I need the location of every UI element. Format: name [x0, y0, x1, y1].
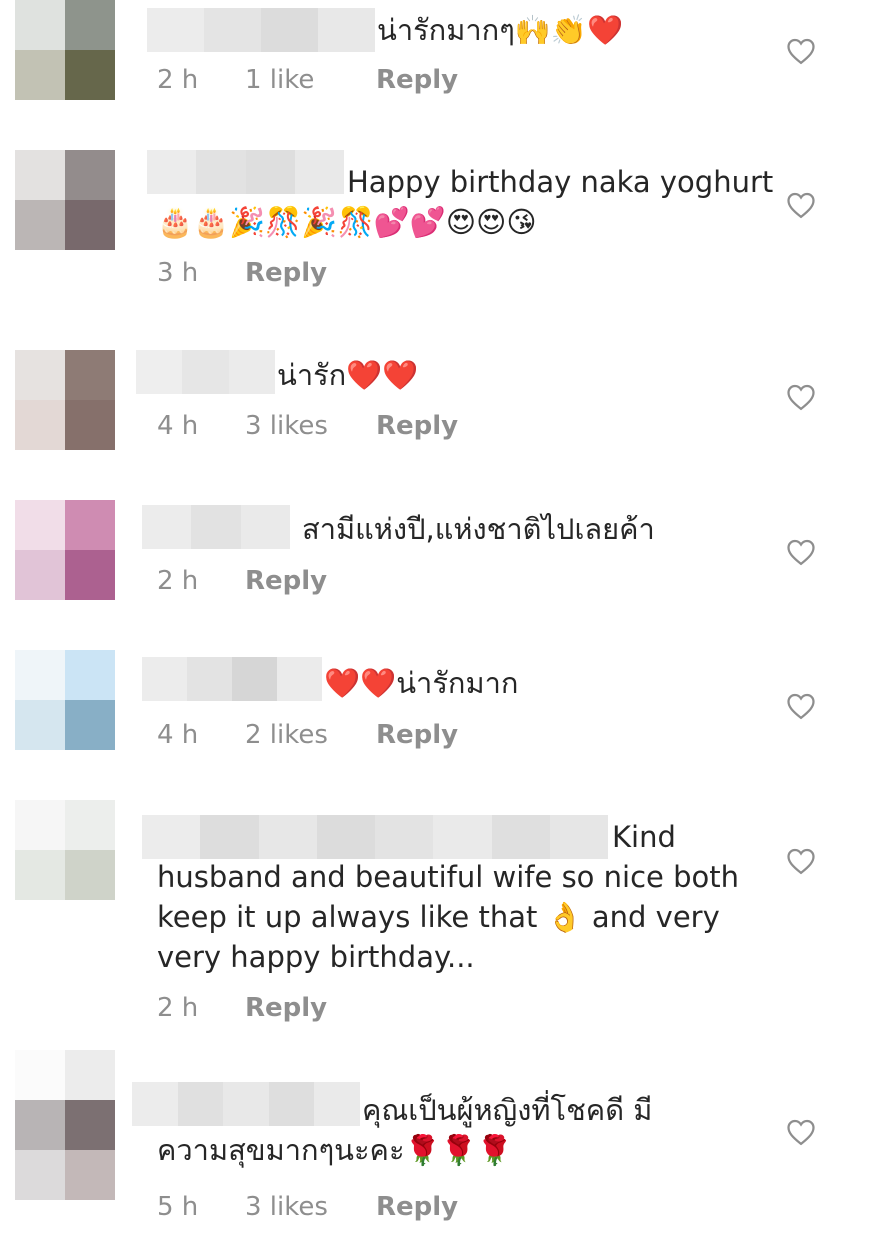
reply-button[interactable]: Reply	[245, 993, 327, 1023]
heart-outline-icon[interactable]	[786, 1118, 816, 1146]
username-blurred[interactable]	[142, 505, 290, 549]
comment-time: 3 h	[157, 258, 199, 288]
avatar[interactable]	[15, 500, 115, 600]
reply-button[interactable]: Reply	[245, 566, 327, 596]
avatar[interactable]	[15, 650, 115, 750]
comment-time: 2 h	[157, 566, 199, 596]
comment-time: 2 h	[157, 65, 199, 95]
comment-text: น่ารักมากๆ🙌👏❤️	[377, 13, 624, 47]
heart-outline-icon[interactable]	[786, 191, 816, 219]
reply-button[interactable]: Reply	[376, 411, 458, 441]
heart-outline-icon[interactable]	[786, 692, 816, 720]
comment-meta: 4 h 2 likes Reply	[157, 717, 458, 753]
username-blurred[interactable]	[142, 657, 322, 701]
reply-button[interactable]: Reply	[376, 65, 458, 95]
username-blurred[interactable]	[147, 8, 375, 52]
comment-meta: 4 h 3 likes Reply	[157, 408, 458, 444]
heart-outline-icon[interactable]	[786, 383, 816, 411]
comment-text: สามีแห่งปี,แห่งชาติไปเลยค้า	[302, 512, 655, 546]
comment-time: 5 h	[157, 1192, 199, 1222]
comment-text: ❤️❤️น่ารักมาก	[324, 666, 519, 700]
avatar[interactable]	[15, 800, 115, 900]
comment-text: Happy birthday naka yoghurt 🎂🎂🎉🎊🎉🎊💕💕😍😍😘	[157, 165, 783, 239]
comment-time: 2 h	[157, 993, 199, 1023]
heart-outline-icon[interactable]	[786, 847, 816, 875]
comment-time: 4 h	[157, 411, 199, 441]
comment-likes-count[interactable]: 3 likes	[245, 411, 376, 441]
comment-meta: 3 h Reply	[157, 255, 327, 291]
avatar[interactable]	[15, 0, 115, 100]
avatar[interactable]	[15, 350, 115, 450]
username-blurred[interactable]	[136, 350, 275, 394]
comment-meta: 2 h Reply	[157, 990, 327, 1026]
reply-button[interactable]: Reply	[245, 258, 327, 288]
comment-likes-count[interactable]: 3 likes	[245, 1192, 376, 1222]
comment-meta: 2 h 1 like Reply	[157, 62, 458, 98]
comment-meta: 5 h 3 likes Reply	[157, 1189, 458, 1225]
comment-text: Kind husband and beautiful wife so nice …	[157, 820, 749, 974]
comment-meta: 2 h Reply	[157, 563, 327, 599]
comment-likes-count[interactable]: 2 likes	[245, 720, 376, 750]
reply-button[interactable]: Reply	[376, 720, 458, 750]
comment-text: น่ารัก❤️❤️	[277, 358, 419, 392]
heart-outline-icon[interactable]	[786, 538, 816, 566]
avatar[interactable]	[15, 1050, 115, 1200]
comment-time: 4 h	[157, 720, 199, 750]
avatar[interactable]	[15, 150, 115, 250]
comment-likes-count[interactable]: 1 like	[245, 65, 376, 95]
heart-outline-icon[interactable]	[786, 37, 816, 65]
comment-text: คุณเป็นผู้หญิงที่โชคดี มีความสุขมากๆนะคะ…	[157, 1093, 653, 1167]
reply-button[interactable]: Reply	[376, 1192, 458, 1222]
